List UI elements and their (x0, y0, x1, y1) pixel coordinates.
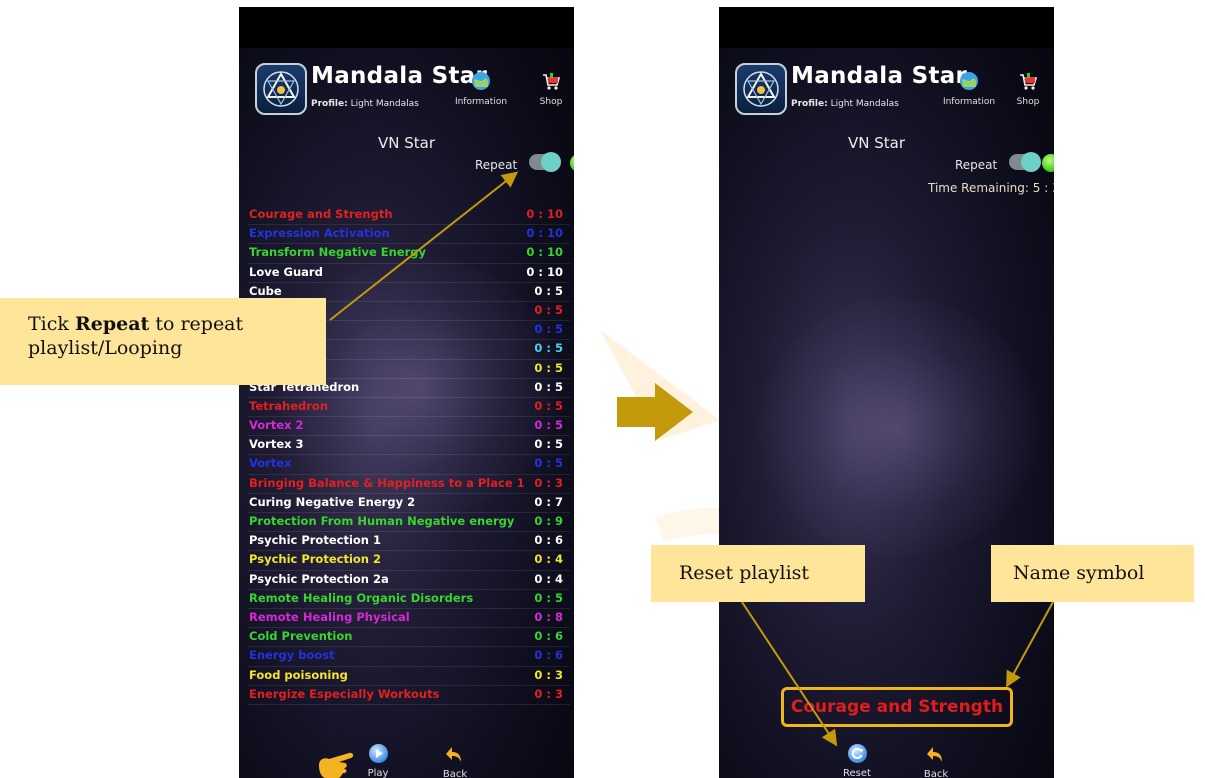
annotation-pointers (329, 171, 1054, 747)
reset-pointer-line (741, 601, 838, 747)
name-pointer-line (1006, 601, 1054, 688)
repeat-pointer-line (329, 171, 519, 321)
